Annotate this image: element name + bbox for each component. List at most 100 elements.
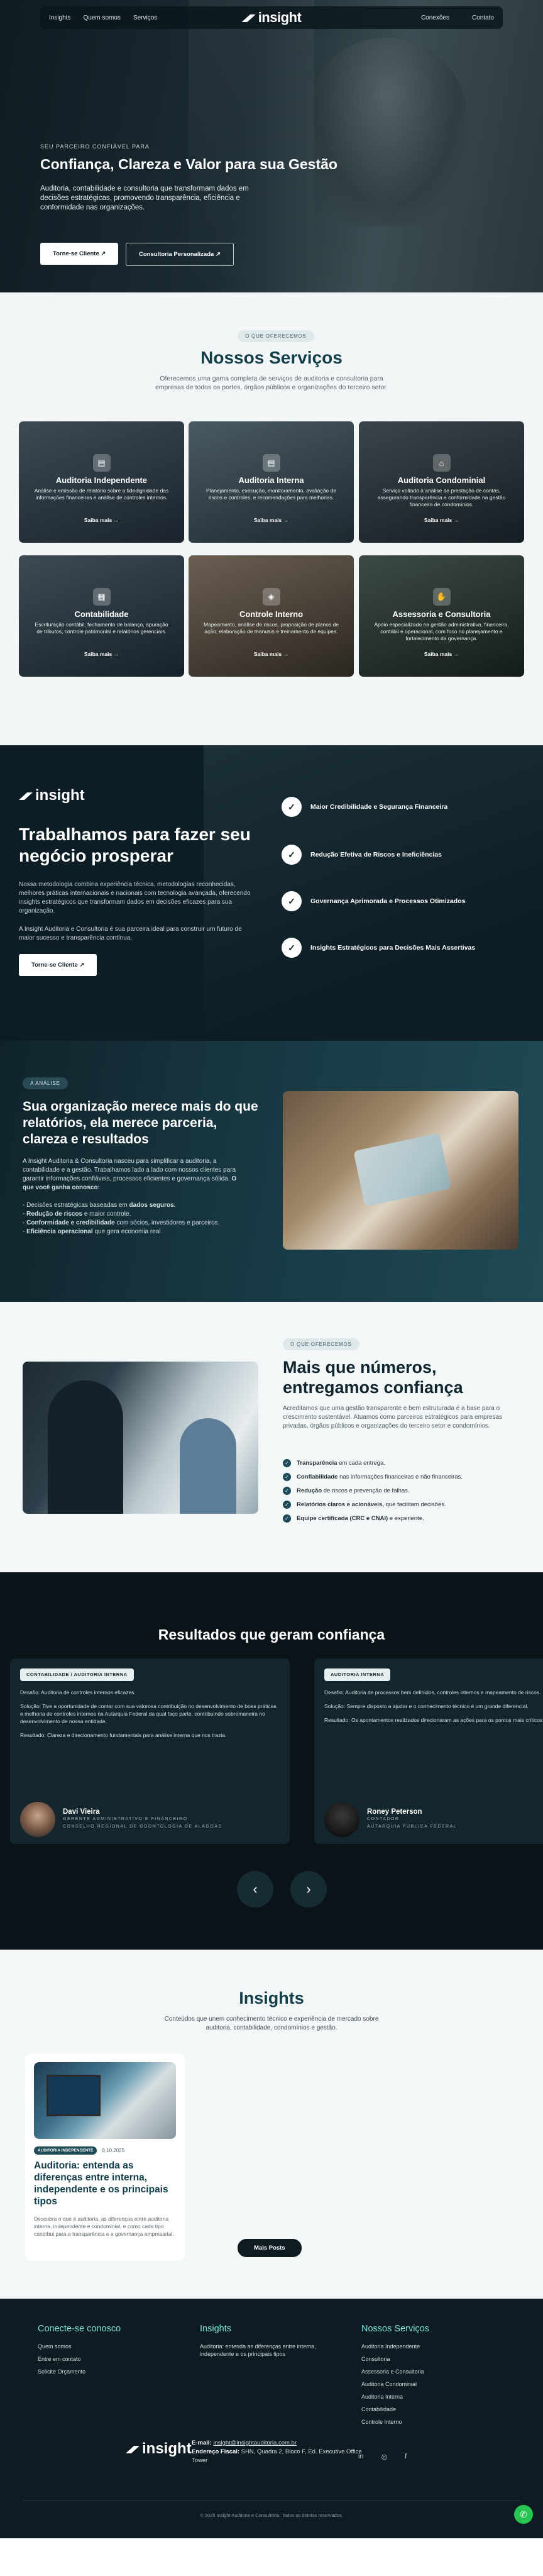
footer-insight-link[interactable]: Auditoria: entenda as diferenças entre i… bbox=[200, 2343, 351, 2358]
service-card-text: Serviço voltado à análise de prestação d… bbox=[377, 487, 506, 508]
become-client-button[interactable]: Torne-se Cliente ↗ bbox=[40, 243, 119, 265]
saiba-mais-link[interactable]: Saiba mais → bbox=[84, 651, 119, 657]
nav-link-contato[interactable]: Contato bbox=[472, 14, 494, 21]
footer-col-insights: Insights Auditoria: entenda as diferença… bbox=[200, 2324, 351, 2363]
analise-bullet: - Conformidade e credibilidade com sócio… bbox=[23, 1219, 220, 1226]
saiba-mais-link[interactable]: Saiba mais → bbox=[424, 651, 459, 657]
check-icon: ✓ bbox=[282, 891, 302, 911]
footer-col-connect: Conecte-se conosco Quem somos Entre em c… bbox=[38, 2324, 121, 2380]
post-title[interactable]: Auditoria: entenda as diferenças entre i… bbox=[34, 2160, 176, 2207]
service-card-auditoria-interna[interactable]: ▤ Auditoria Interna Planejamento, execuç… bbox=[189, 421, 354, 543]
benefit-item: ✓ Governança Aprimorada e Processos Otim… bbox=[282, 891, 465, 911]
saiba-mais-link[interactable]: Saiba mais → bbox=[254, 651, 288, 657]
hero-background-person bbox=[304, 38, 468, 226]
numeros-item: ✓ Relatórios claros e acionáveis, que fac… bbox=[283, 1501, 446, 1509]
nav-link-quem-somos[interactable]: Quem somos bbox=[83, 14, 120, 21]
services-section: O QUE OFERECEMOS Nossos Serviços Oferece… bbox=[0, 292, 543, 745]
item-bold: Redução bbox=[297, 1487, 322, 1494]
benefit-item: ✓ Insights Estratégicos para Decisões Ma… bbox=[282, 938, 475, 958]
benefit-label: Governança Aprimorada e Processos Otimiz… bbox=[310, 897, 466, 905]
post-date: 8.10.2025 bbox=[102, 2148, 125, 2153]
author-org: AUTARQUIA PÚBLICA FEDERAL bbox=[367, 1824, 458, 1829]
service-card-assessoria-consultoria[interactable]: ✋ Assessoria e Consultoria Apoio especia… bbox=[359, 555, 524, 677]
document-icon: ▤ bbox=[262, 454, 280, 472]
benefit-item: ✓ Redução Efetiva de Riscos e Ineficiênc… bbox=[282, 845, 442, 865]
item-text: que facilitam decisões. bbox=[385, 1501, 446, 1508]
analise-pill: A ANÁLISE bbox=[23, 1077, 68, 1089]
benefit-label: Insights Estratégicos para Decisões Mais… bbox=[310, 944, 476, 952]
prosper-section: insight Trabalhamos para fazer seu negóc… bbox=[0, 745, 543, 1041]
numeros-section: O QUE OFERECEMOS Mais que números, entre… bbox=[0, 1302, 543, 1572]
post-meta: AUDITORIA INDEPENDENTE 8.10.2025 bbox=[34, 2146, 176, 2155]
item-bold: Confiabilidade bbox=[297, 1474, 338, 1480]
analise-bullet: - Eficiência operacional que gera econom… bbox=[23, 1228, 163, 1235]
post-excerpt: Descubra o que é auditoria, as diferença… bbox=[34, 2216, 174, 2237]
handshake-icon: ✋ bbox=[432, 588, 451, 606]
testimonial-author: Davi Vieira GERENTE ADMINISTRATIVO E FIN… bbox=[20, 1802, 222, 1837]
footer-link-quem-somos[interactable]: Quem somos bbox=[38, 2343, 121, 2350]
service-card-text: Análise e emissão de relatório sobre a f… bbox=[34, 487, 169, 501]
brand-logo[interactable]: insight bbox=[242, 9, 302, 26]
author-role: GERENTE ADMINISTRATIVO E FINANCEIRO bbox=[63, 1817, 188, 1821]
carousel-prev-button[interactable]: ‹ bbox=[237, 1871, 273, 1907]
services-title: Nossos Serviços bbox=[200, 348, 343, 367]
whatsapp-icon[interactable]: ✆ bbox=[514, 2505, 533, 2524]
logo-mark-icon bbox=[242, 11, 256, 25]
item-bold: Equipe certificada (CRC e CNAI) bbox=[297, 1515, 388, 1522]
prosper-text-2: A Insight Auditoria e Consultoria é sua … bbox=[19, 926, 242, 941]
testimonial-solucao: Solução: Sempre disposto a ajudar e o co… bbox=[324, 1703, 529, 1709]
prosper-title: Trabalhamos para fazer seu negócio prosp… bbox=[19, 824, 251, 865]
instagram-icon[interactable]: ◎ bbox=[381, 2453, 388, 2461]
footer-service-link[interactable]: Auditoria Independente bbox=[361, 2343, 429, 2350]
service-card-contabilidade[interactable]: ▦ Contabilidade Escrituração contábil, f… bbox=[19, 555, 184, 677]
testimonial-card: AUDITORIA INTERNA Desafio: Auditoria de … bbox=[314, 1658, 543, 1844]
saiba-mais-link[interactable]: Saiba mais → bbox=[254, 517, 288, 523]
footer-service-link[interactable]: Auditoria Interna bbox=[361, 2393, 429, 2401]
author-name: Davi Vieira bbox=[63, 1808, 100, 1816]
testimonial-desafio: Desafio: Auditoria de processos bem defi… bbox=[324, 1689, 541, 1696]
footer-service-link[interactable]: Contabilidade bbox=[361, 2406, 429, 2413]
facebook-icon[interactable]: f bbox=[405, 2453, 407, 2461]
more-posts-button[interactable]: Mais Posts bbox=[238, 2239, 302, 2257]
hero-text: Auditoria, contabilidade e consultoria q… bbox=[40, 185, 249, 211]
document-icon: ▤ bbox=[92, 454, 111, 472]
saiba-mais-link[interactable]: Saiba mais → bbox=[84, 517, 119, 523]
bullet-bold: Redução de riscos bbox=[26, 1211, 83, 1218]
prosper-become-client-button[interactable]: Torne-se Cliente ↗ bbox=[19, 954, 97, 976]
email-link[interactable]: insight@insightauditoria.com.br bbox=[213, 2440, 297, 2446]
footer-service-link[interactable]: Assessoria e Consultoria bbox=[361, 2368, 429, 2375]
service-card-title: Contabilidade bbox=[74, 609, 129, 619]
custom-consulting-button[interactable]: Consultoria Personalizada ↗ bbox=[126, 243, 234, 266]
carousel-next-button[interactable]: › bbox=[290, 1871, 327, 1907]
nav-link-conexoes[interactable]: Conexões bbox=[421, 14, 449, 21]
resultados-title: Resultados que geram confiança bbox=[158, 1626, 385, 1643]
prosper-text-1: Nossa metodologia combina experiência té… bbox=[19, 881, 251, 914]
service-card-text: Planejamento, execução, monitoramento, a… bbox=[206, 487, 336, 501]
nav-link-servicos[interactable]: Serviços bbox=[133, 14, 157, 21]
footer-service-link[interactable]: Consultoria bbox=[361, 2355, 429, 2363]
service-card-auditoria-independente[interactable]: ▤ Auditoria Independente Análise e emiss… bbox=[19, 421, 184, 543]
service-card-auditoria-condominial[interactable]: ⌂ Auditoria Condominial Serviço voltado … bbox=[359, 421, 524, 543]
insights-section: Insights Conteúdos que unem conhecimento… bbox=[0, 1950, 543, 2299]
bullet-text: e maior controle. bbox=[84, 1211, 131, 1218]
footer-service-link[interactable]: Auditoria Condominial bbox=[361, 2380, 429, 2388]
footer-link-orcamento[interactable]: Solicite Orçamento bbox=[38, 2368, 121, 2375]
footer-service-link[interactable]: Controle Interno bbox=[361, 2418, 429, 2426]
saiba-mais-link[interactable]: Saiba mais → bbox=[424, 517, 459, 523]
check-icon: ✓ bbox=[283, 1487, 291, 1495]
footer-col-services: Nossos Serviços Auditoria Independente C… bbox=[361, 2324, 429, 2431]
blog-post-card[interactable]: AUDITORIA INDEPENDENTE 8.10.2025 Auditor… bbox=[25, 2053, 185, 2261]
testimonial-solucao: Solução: Tive a oportunidade de contar c… bbox=[20, 1703, 277, 1724]
item-bold: Transparência bbox=[297, 1460, 337, 1467]
footer-brand: insight bbox=[142, 2440, 192, 2457]
nav-right-group: Conexões Contato bbox=[398, 14, 494, 21]
numeros-pill: O QUE OFERECEMOS bbox=[283, 1338, 359, 1350]
bullet-text: Decisões estratégicas baseadas em bbox=[26, 1202, 128, 1209]
nav-link-insights[interactable]: Insights bbox=[49, 14, 70, 21]
footer-logo[interactable]: insight bbox=[126, 2440, 192, 2458]
linkedin-icon[interactable]: in bbox=[358, 2453, 364, 2461]
numeros-item: ✓ Confiabilidade nas informações financei… bbox=[283, 1473, 463, 1481]
footer-address-row: Endereço Fiscal: SHN, Quadra 2, Bloco F,… bbox=[192, 2448, 374, 2465]
service-card-controle-interno[interactable]: ◈ Controle Interno Mapeamento, análise d… bbox=[189, 555, 354, 677]
footer-link-contato[interactable]: Entre em contato bbox=[38, 2355, 121, 2363]
